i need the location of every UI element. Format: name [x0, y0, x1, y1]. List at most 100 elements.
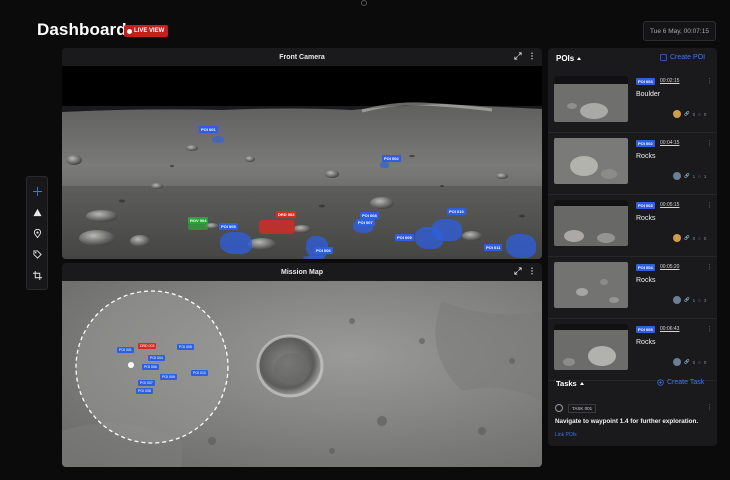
location-pin-icon [33, 228, 41, 238]
map-poi-marker[interactable]: POI 008 [136, 388, 153, 394]
map-poi-marker[interactable]: POI 006 [142, 364, 159, 370]
poi-list-item[interactable]: POI 002 00:04:15 ⋮ Rocks 🔗 1 ○ 1 [548, 134, 717, 195]
poi-region[interactable] [380, 162, 389, 168]
poi-label[interactable]: POI 002 [382, 155, 401, 162]
expand-icon[interactable] [514, 267, 522, 275]
collapse-caret-icon [577, 57, 582, 60]
comment-count: 1 [703, 173, 707, 179]
poi-thumbnail [554, 138, 628, 184]
tool-palette [26, 176, 48, 290]
more-vertical-icon[interactable]: ⋮ [706, 403, 713, 411]
poi-id-tag: POI 005 [636, 326, 655, 333]
triangle-tool[interactable] [29, 204, 45, 220]
expand-icon[interactable] [514, 52, 522, 60]
pois-title: POIs [556, 54, 575, 63]
poi-list-item[interactable]: POI 004 00:05:20 ⋮ Rocks 🔗 1 ○ 3 [548, 258, 717, 319]
poi-label[interactable]: POI 008 [360, 212, 379, 219]
rover-region[interactable] [188, 224, 208, 230]
attachment-icon: 🔗 [684, 173, 690, 178]
hazard-label[interactable]: DRD 003 [276, 211, 297, 218]
comment-icon: ○ [698, 359, 701, 365]
live-view-badge: LIVE VIEW [124, 25, 169, 37]
attachment-icon: 🔗 [684, 359, 690, 364]
map-poi-marker[interactable]: POI 010 [191, 370, 208, 376]
more-vertical-icon[interactable]: ⋮ [706, 77, 713, 85]
poi-label[interactable]: POI 005 [219, 223, 238, 230]
poi-label[interactable]: POI 010 [447, 208, 466, 215]
plus-circle-icon [657, 379, 664, 386]
poi-label[interactable]: POI 007 [356, 219, 375, 226]
create-poi-label: Create POI [670, 54, 706, 61]
poi-thumbnail [554, 324, 628, 370]
map-poi-marker[interactable]: POI 009 [160, 374, 177, 380]
link-pois-link[interactable]: Link POIs [555, 432, 577, 438]
poi-list-item[interactable]: POI 003 00:05:15 ⋮ Rocks 🔗 0 ○ 0 [548, 196, 717, 257]
poi-frame-icon [660, 54, 667, 61]
poi-id-tag: POI 004 [636, 264, 655, 271]
comment-icon: ○ [698, 297, 701, 303]
attachment-count: 0 [692, 359, 696, 365]
avatar [673, 296, 681, 304]
poi-region[interactable] [432, 219, 462, 241]
create-task-label: Create Task [667, 379, 705, 386]
poi-region[interactable] [212, 136, 224, 143]
poi-region[interactable] [220, 232, 252, 254]
tag-tool[interactable] [29, 246, 45, 262]
poi-label[interactable]: POI 011 [484, 244, 503, 251]
header: Dashboard LIVE VIEW Tue 6 May, 00:07:15 [0, 0, 730, 48]
mission-map-view[interactable]: POI 001 DRD 003 POI 004 POI 005 POI 006 … [62, 281, 542, 467]
attachment-icon: 🔗 [684, 111, 690, 116]
crop-tool[interactable] [29, 267, 45, 283]
task-check-icon[interactable] [555, 404, 563, 412]
pois-header[interactable]: POIs [556, 54, 582, 63]
more-vertical-icon[interactable] [528, 52, 536, 60]
poi-label[interactable]: POI 006 [314, 247, 333, 254]
pin-tool[interactable] [29, 225, 45, 241]
hazard-region[interactable] [259, 220, 295, 234]
poi-list-item[interactable]: POI 005 00:06:43 ⋮ Rocks 🔗 0 ○ 0 [548, 320, 717, 381]
front-camera-feed[interactable]: POI 001 POI 002 DRD 003 ROV 004 POI 005 … [62, 66, 542, 259]
poi-timestamp[interactable]: 00:05:15 [660, 202, 679, 208]
front-camera-panel: Front Camera POI 001 POI 002 DRD 003 ROV… [62, 48, 542, 259]
map-poi-marker[interactable]: POI 007 [138, 380, 155, 386]
tasks-header[interactable]: Tasks [556, 379, 584, 388]
crosshair-tool[interactable] [29, 183, 45, 199]
task-id-tag: TASK 001 [568, 404, 597, 413]
avatar [673, 172, 681, 180]
front-camera-title: Front Camera [279, 53, 325, 61]
map-poi-marker[interactable]: POI 001 [117, 347, 134, 353]
create-poi-button[interactable]: Create POI [660, 54, 705, 61]
map-poi-marker[interactable]: POI 005 [177, 344, 194, 350]
more-vertical-icon[interactable]: ⋮ [706, 201, 713, 209]
comment-icon: ○ [698, 111, 701, 117]
poi-timestamp[interactable]: 00:05:20 [660, 264, 679, 270]
page-title: Dashboard [37, 20, 127, 39]
poi-region[interactable] [506, 234, 536, 258]
poi-timestamp[interactable]: 00:06:43 [660, 326, 679, 332]
create-task-button[interactable]: Create Task [657, 379, 704, 386]
poi-label[interactable]: POI 009 [395, 234, 414, 241]
mission-map-title: Mission Map [280, 268, 323, 276]
poi-list-item[interactable]: POI 003 00:02:15 ⋮ Boulder 🔗 0 ○ 0 [548, 72, 717, 133]
map-poi-marker[interactable]: POI 004 [148, 355, 165, 361]
crop-icon [32, 270, 42, 280]
map-hazard-marker[interactable]: DRD 003 [138, 343, 157, 349]
poi-timestamp[interactable]: 00:02:15 [660, 78, 679, 84]
mission-map-panel: Mission Map POI 001 DRD 003 POI 004 POI … [62, 263, 542, 467]
poi-timestamp[interactable]: 00:04:15 [660, 140, 679, 146]
comment-count: 0 [703, 359, 707, 365]
collapse-caret-icon [579, 382, 584, 385]
rover-label[interactable]: ROV 004 [188, 217, 209, 224]
more-vertical-icon[interactable] [528, 267, 536, 275]
attachment-count: 1 [692, 173, 696, 179]
more-vertical-icon[interactable]: ⋮ [706, 139, 713, 147]
more-vertical-icon[interactable]: ⋮ [706, 325, 713, 333]
tasks-title: Tasks [556, 379, 577, 388]
poi-meta: 🔗 1 ○ 1 [673, 172, 706, 180]
more-vertical-icon[interactable]: ⋮ [706, 263, 713, 271]
poi-thumbnail [554, 262, 628, 308]
poi-meta: 🔗 0 ○ 0 [673, 358, 706, 366]
avatar [673, 234, 681, 242]
poi-name: Rocks [636, 339, 656, 346]
poi-label[interactable]: POI 001 [199, 126, 218, 133]
